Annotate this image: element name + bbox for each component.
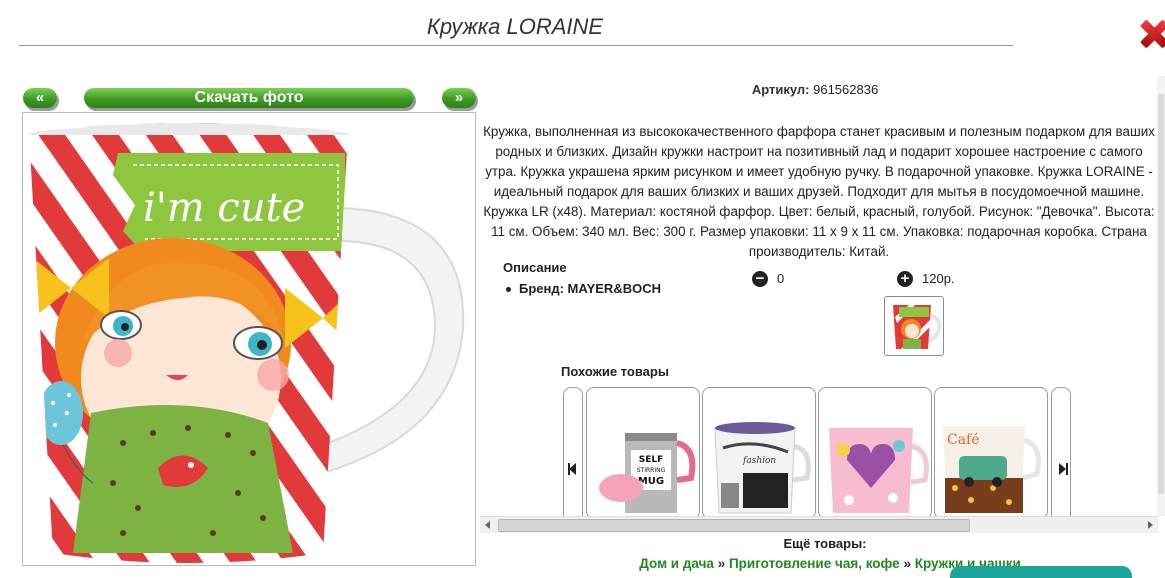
mug-illustration: i'm cute: [29, 123, 465, 563]
scroll-right-arrow-icon[interactable]: [1142, 517, 1158, 533]
close-icon[interactable]: [1138, 16, 1165, 50]
similar-product-card[interactable]: fashion: [702, 387, 816, 519]
article-value: 961562836: [813, 82, 879, 97]
carousel-prev-button[interactable]: [563, 387, 583, 527]
title-divider: [19, 45, 1013, 46]
plus-circle-icon[interactable]: +: [897, 271, 913, 287]
skip-forward-icon: [1059, 463, 1066, 475]
breadcrumb-separator: »: [713, 556, 729, 571]
fashion-mug-image: fashion: [714, 422, 811, 514]
svg-text:fashion: fashion: [742, 456, 776, 466]
article-label: Артикул:: [751, 82, 810, 97]
article-line: Артикул: 961562836: [480, 82, 1150, 97]
brand-label: Бренд: MAYER&BOCH: [519, 281, 661, 296]
similar-product-card[interactable]: Café: [934, 387, 1048, 519]
breadcrumb-tea-coffee[interactable]: Приготовление чая, кофе: [729, 556, 900, 571]
thumbnail-mug-image: [893, 305, 942, 349]
minus-circle-icon[interactable]: −: [752, 271, 768, 287]
prev-photo-button[interactable]: «: [23, 88, 57, 108]
breadcrumb-separator: »: [899, 556, 915, 571]
horizontal-scrollbar[interactable]: [480, 516, 1158, 533]
vertical-scrollbar[interactable]: [1157, 76, 1165, 516]
quantity-value: 0: [777, 271, 785, 286]
next-photo-button[interactable]: »: [442, 88, 476, 108]
similar-products-heading: Похожие товары: [561, 364, 669, 379]
product-description: Кружка, выполненная из высококачественно…: [483, 124, 1155, 259]
svg-text:Café: Café: [947, 432, 980, 448]
product-photo: i'm cute: [22, 112, 476, 566]
svg-text:STIRRING: STIRRING: [637, 467, 666, 474]
vertical-scrollbar-thumb[interactable]: [1158, 94, 1164, 494]
svg-text:SELF: SELF: [639, 455, 664, 465]
description-heading: Описание: [503, 260, 567, 275]
price-value: 120р.: [922, 271, 955, 286]
scrollbar-thumb[interactable]: [498, 519, 970, 532]
scroll-left-arrow-icon[interactable]: [480, 517, 496, 533]
brand-item: Бренд: MAYER&BOCH: [506, 281, 661, 296]
more-products-heading: Ещё товары:: [783, 536, 867, 551]
mug-print-text: i'm cute: [143, 185, 305, 231]
similar-product-card[interactable]: [818, 387, 932, 519]
product-thumbnail[interactable]: [884, 296, 944, 356]
heart-flower-mug-image: [829, 428, 929, 513]
breadcrumb-home-garden[interactable]: Дом и дача: [639, 556, 714, 571]
floating-tab[interactable]: [950, 566, 1132, 578]
carousel-next-button[interactable]: [1051, 387, 1071, 527]
similar-product-card[interactable]: SELF STIRRING MUG: [586, 387, 700, 519]
self-stirring-mug-image: SELF STIRRING MUG: [599, 433, 696, 513]
cafe-car-mug-image: Café: [943, 426, 1041, 513]
page-title: Кружка LORAINE: [426, 14, 604, 39]
bullet-icon: [506, 287, 511, 293]
download-photo-button[interactable]: Скачать фото: [84, 88, 414, 108]
